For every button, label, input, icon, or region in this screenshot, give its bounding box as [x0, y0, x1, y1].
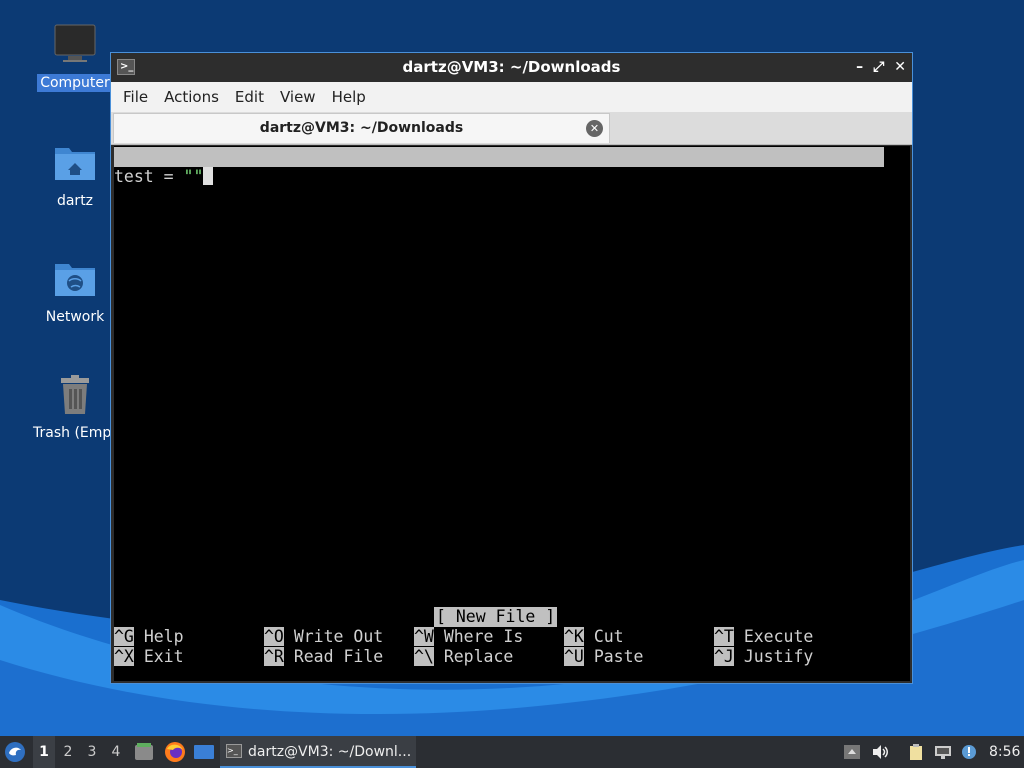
menu-help[interactable]: Help	[324, 88, 374, 106]
desktop-icon-computer[interactable]: Computer	[30, 22, 120, 92]
tab-bar: dartz@VM3: ~/Downloads ✕	[111, 112, 912, 145]
shortcut-key: ^O	[264, 627, 284, 646]
shortcut-key: ^\	[414, 647, 434, 666]
trash-icon	[61, 375, 89, 414]
workspace-1[interactable]: 1	[33, 736, 55, 768]
network-icon[interactable]	[934, 744, 952, 760]
shortcut-paste: ^U Paste	[564, 647, 643, 667]
code-string: ""	[183, 167, 204, 186]
desktop-icon-label: Computer	[37, 74, 113, 92]
nano-status: [ New File ]	[434, 607, 558, 627]
network-folder-icon	[55, 264, 95, 296]
menu-edit[interactable]: Edit	[227, 88, 272, 106]
shortcut-label: Cut	[593, 627, 624, 646]
shortcut-label: Write Out	[293, 627, 384, 646]
code-line[interactable]: test = ""	[114, 167, 214, 187]
shortcut-write-out: ^O Write Out	[264, 627, 383, 647]
shortcut-replace: ^\ Replace	[414, 647, 513, 667]
shortcut-label: Replace	[443, 647, 514, 666]
code-text: test =	[114, 167, 184, 186]
taskbar: 1 2 3 4 >_ dartz@VM3: ~/Downl... 8:56	[0, 736, 1024, 768]
terminal-area[interactable]: GNU nano 5.6.1 test.py * test = "" [ New…	[114, 146, 910, 681]
shortcut-execute: ^T Execute	[714, 627, 813, 647]
shortcut-label: Execute	[743, 627, 814, 646]
shortcut-key: ^X	[114, 647, 134, 666]
shortcut-key: ^U	[564, 647, 584, 666]
file-manager-icon[interactable]	[134, 742, 154, 762]
shortcut-label: Paste	[593, 647, 644, 666]
shortcut-key: ^T	[714, 627, 734, 646]
shortcut-label: Read File	[293, 647, 384, 666]
minimize-button[interactable]: –	[856, 53, 863, 82]
taskbar-task-terminal[interactable]: >_ dartz@VM3: ~/Downl...	[220, 736, 416, 768]
desktop-icon-home[interactable]: dartz	[30, 140, 120, 210]
workspace-4[interactable]: 4	[105, 736, 127, 768]
show-desktop-icon[interactable]	[193, 742, 215, 762]
menu-view[interactable]: View	[272, 88, 324, 106]
desktop-icon-trash[interactable]: Trash (Empty)	[30, 372, 131, 442]
workspace-2[interactable]: 2	[57, 736, 79, 768]
shortcut-label: Justify	[743, 647, 814, 666]
shortcut-exit: ^X Exit	[114, 647, 184, 667]
tab-close-icon[interactable]: ✕	[586, 120, 603, 137]
firefox-icon[interactable]	[164, 741, 186, 763]
shortcut-key: ^R	[264, 647, 284, 666]
shortcut-where-is: ^W Where Is	[414, 627, 523, 647]
close-button[interactable]: ✕	[894, 53, 906, 82]
shortcut-key: ^K	[564, 627, 584, 646]
shortcut-label: Exit	[143, 647, 184, 666]
nano-header: GNU nano 5.6.1 test.py *	[114, 147, 884, 206]
terminal-task-icon: >_	[226, 744, 242, 758]
maximize-button[interactable]: ⤢	[873, 53, 884, 82]
notification-icon[interactable]	[961, 744, 979, 760]
clock[interactable]: 8:56	[989, 736, 1020, 768]
menu-bar: File Actions Edit View Help	[111, 82, 912, 112]
shortcut-justify: ^J Justify	[714, 647, 813, 667]
window-titlebar[interactable]: >_ dartz@VM3: ~/Downloads – ⤢ ✕	[111, 53, 912, 82]
app-menu-icon[interactable]	[4, 741, 26, 763]
menu-file[interactable]: File	[115, 88, 156, 106]
desktop-icon-label: dartz	[56, 193, 94, 209]
shortcut-key: ^J	[714, 647, 734, 666]
menu-actions[interactable]: Actions	[156, 88, 227, 106]
terminal-window[interactable]: >_ dartz@VM3: ~/Downloads – ⤢ ✕ File Act…	[110, 52, 913, 684]
nano-filename: test.py *	[494, 187, 584, 206]
shortcut-label: Where Is	[443, 627, 524, 646]
shortcut-label: Help	[143, 627, 184, 646]
tray-arrow-icon[interactable]	[843, 744, 861, 760]
terminal-app-icon: >_	[117, 59, 135, 75]
tab-label: dartz@VM3: ~/Downloads	[259, 120, 464, 136]
shortcut-help: ^G Help	[114, 627, 184, 647]
desktop-icon-network[interactable]: Network	[30, 256, 120, 326]
workspace-3[interactable]: 3	[81, 736, 103, 768]
clipboard-icon[interactable]	[907, 744, 925, 760]
volume-icon[interactable]	[871, 744, 889, 760]
window-title: dartz@VM3: ~/Downloads	[402, 58, 621, 76]
task-label: dartz@VM3: ~/Downl...	[248, 744, 412, 760]
computer-icon	[54, 24, 96, 62]
home-folder-icon	[55, 148, 95, 180]
desktop-icon-label: Network	[45, 309, 105, 325]
tab-terminal[interactable]: dartz@VM3: ~/Downloads ✕	[113, 113, 610, 143]
shortcut-read-file: ^R Read File	[264, 647, 383, 667]
shortcut-cut: ^K Cut	[564, 627, 624, 647]
shortcut-key: ^W	[414, 627, 434, 646]
text-cursor	[203, 167, 214, 185]
shortcut-key: ^G	[114, 627, 134, 646]
